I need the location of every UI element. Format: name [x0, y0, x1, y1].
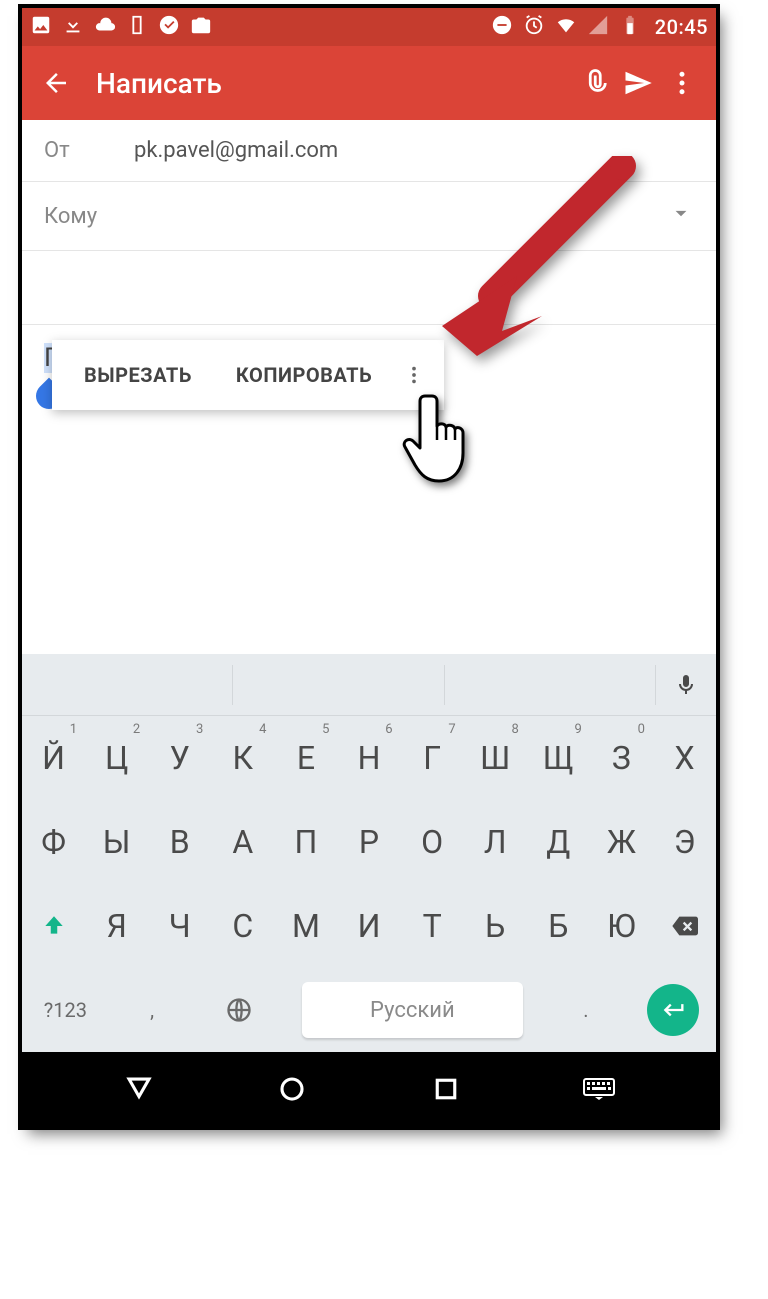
- key-С[interactable]: С: [211, 884, 274, 968]
- key-Е[interactable]: Е5: [274, 716, 337, 800]
- key-Х[interactable]: Х: [653, 716, 716, 800]
- context-menu-more-button[interactable]: [394, 364, 434, 386]
- keyboard: Й1Ц2У3К4Е5Н6Г7Ш8Щ9З0Х ФЫВАПРОЛДЖЭ ЯЧСМИТ…: [22, 654, 716, 1052]
- appbar-title: Написать: [96, 67, 222, 100]
- key-З[interactable]: З0: [590, 716, 653, 800]
- comma-key[interactable]: ,: [109, 968, 196, 1052]
- app-bar: Написать: [22, 46, 716, 120]
- key-П[interactable]: П: [274, 800, 337, 884]
- to-label: Кому: [44, 204, 134, 229]
- nav-home-button[interactable]: [216, 1074, 370, 1104]
- key-Э[interactable]: Э: [653, 800, 716, 884]
- wifi-icon: [555, 14, 577, 41]
- from-row[interactable]: От pk.pavel@gmail.com: [22, 120, 716, 182]
- language-key[interactable]: [196, 968, 283, 1052]
- key-Ы[interactable]: Ы: [85, 800, 148, 884]
- key-Д[interactable]: Д: [527, 800, 590, 884]
- key-К[interactable]: К4: [211, 716, 274, 800]
- key-Й[interactable]: Й1: [22, 716, 85, 800]
- key-Р[interactable]: Р: [337, 800, 400, 884]
- period-key[interactable]: .: [543, 968, 630, 1052]
- key-А[interactable]: А: [211, 800, 274, 884]
- status-time: 20:45: [655, 15, 708, 39]
- key-Ц[interactable]: Ц2: [85, 716, 148, 800]
- text-context-menu: ВЫРЕЗАТЬ КОПИРОВАТЬ: [52, 340, 444, 410]
- from-value: pk.pavel@gmail.com: [134, 138, 338, 163]
- back-button[interactable]: [34, 61, 78, 105]
- enter-key[interactable]: [629, 968, 716, 1052]
- key-Ж[interactable]: Ж: [590, 800, 653, 884]
- download-icon: [62, 14, 84, 41]
- key-Ю[interactable]: Ю: [590, 884, 653, 968]
- key-Я[interactable]: Я: [85, 884, 148, 968]
- camera-icon: [190, 14, 212, 41]
- key-Ь[interactable]: Ь: [464, 884, 527, 968]
- key-И[interactable]: И: [337, 884, 400, 968]
- clock-check-icon: [158, 14, 180, 41]
- compose-content: От pk.pavel@gmail.com Кому Привет! Как д…: [22, 120, 716, 465]
- key-Л[interactable]: Л: [464, 800, 527, 884]
- space-key[interactable]: Русский: [282, 968, 542, 1052]
- suggestion-bar: [22, 654, 716, 716]
- key-О[interactable]: О: [401, 800, 464, 884]
- key-У[interactable]: У3: [148, 716, 211, 800]
- shift-key[interactable]: [22, 884, 85, 968]
- key-Б[interactable]: Б: [527, 884, 590, 968]
- nav-keyboard-button[interactable]: [523, 1078, 677, 1100]
- copy-button[interactable]: КОПИРОВАТЬ: [214, 363, 394, 387]
- overflow-menu-button[interactable]: [660, 61, 704, 105]
- image-icon: [30, 14, 52, 41]
- phone-frame: 20:45 Написать От pk.pavel@gmail.com Ком…: [22, 8, 716, 1126]
- symbols-key[interactable]: ?123: [22, 968, 109, 1052]
- voice-input-button[interactable]: [656, 673, 716, 697]
- key-Ч[interactable]: Ч: [148, 884, 211, 968]
- nav-recents-button[interactable]: [369, 1074, 523, 1104]
- device-icon: [126, 14, 148, 41]
- backspace-key[interactable]: [653, 884, 716, 968]
- cut-button[interactable]: ВЫРЕЗАТЬ: [62, 363, 214, 387]
- key-Г[interactable]: Г7: [401, 716, 464, 800]
- attach-button[interactable]: [572, 61, 616, 105]
- signal-icon: [587, 14, 609, 41]
- dnd-icon: [491, 14, 513, 41]
- key-Н[interactable]: Н6: [337, 716, 400, 800]
- key-Т[interactable]: Т: [401, 884, 464, 968]
- status-bar: 20:45: [22, 8, 716, 46]
- to-row[interactable]: Кому: [22, 182, 716, 251]
- suggestion-slot[interactable]: [445, 665, 656, 705]
- nav-back-button[interactable]: [62, 1074, 216, 1104]
- key-Щ[interactable]: Щ9: [527, 716, 590, 800]
- from-label: От: [44, 138, 134, 163]
- subject-row[interactable]: [22, 251, 716, 325]
- key-М[interactable]: М: [274, 884, 337, 968]
- key-В[interactable]: В: [148, 800, 211, 884]
- suggestion-slot[interactable]: [233, 665, 444, 705]
- expand-recipients-button[interactable]: [668, 200, 694, 232]
- navigation-bar: [22, 1052, 716, 1126]
- send-button[interactable]: [616, 61, 660, 105]
- key-Ш[interactable]: Ш8: [464, 716, 527, 800]
- battery-icon: [619, 14, 641, 41]
- cloud-icon: [94, 14, 116, 41]
- alarm-icon: [523, 14, 545, 41]
- key-Ф[interactable]: Ф: [22, 800, 85, 884]
- suggestion-slot[interactable]: [22, 665, 233, 705]
